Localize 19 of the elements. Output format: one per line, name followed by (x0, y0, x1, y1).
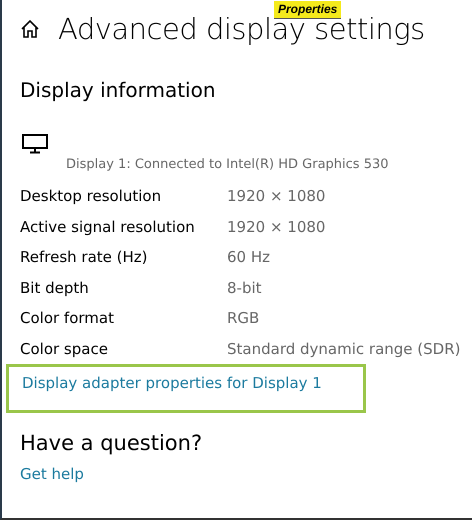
property-label: Refresh rate (Hz) (20, 248, 149, 266)
adapter-properties-link[interactable]: Display adapter properties for Display 1 (22, 374, 322, 392)
property-label: Color space (20, 340, 109, 358)
section-heading: Display information (20, 77, 217, 104)
property-value: 8-bit (227, 278, 262, 297)
property-value: 1920 × 1080 (227, 218, 326, 236)
property-label: Color format (20, 309, 115, 328)
property-label: Desktop resolution (20, 187, 162, 206)
monitor-icon (22, 134, 48, 154)
home-icon[interactable] (20, 19, 40, 39)
get-help-link[interactable]: Get help (20, 465, 84, 483)
display-caption: Display 1: Connected to Intel(R) HD Graphics 530 (66, 156, 390, 174)
property-value: 1920 × 1080 (227, 187, 326, 206)
property-value: Standard dynamic range (SDR) (227, 340, 460, 358)
property-label: Active signal resolution (20, 218, 196, 236)
help-heading: Have a question? (20, 430, 204, 457)
property-value: 60 Hz (227, 248, 270, 266)
property-label: Bit depth (20, 278, 90, 297)
property-value: RGB (227, 309, 260, 328)
